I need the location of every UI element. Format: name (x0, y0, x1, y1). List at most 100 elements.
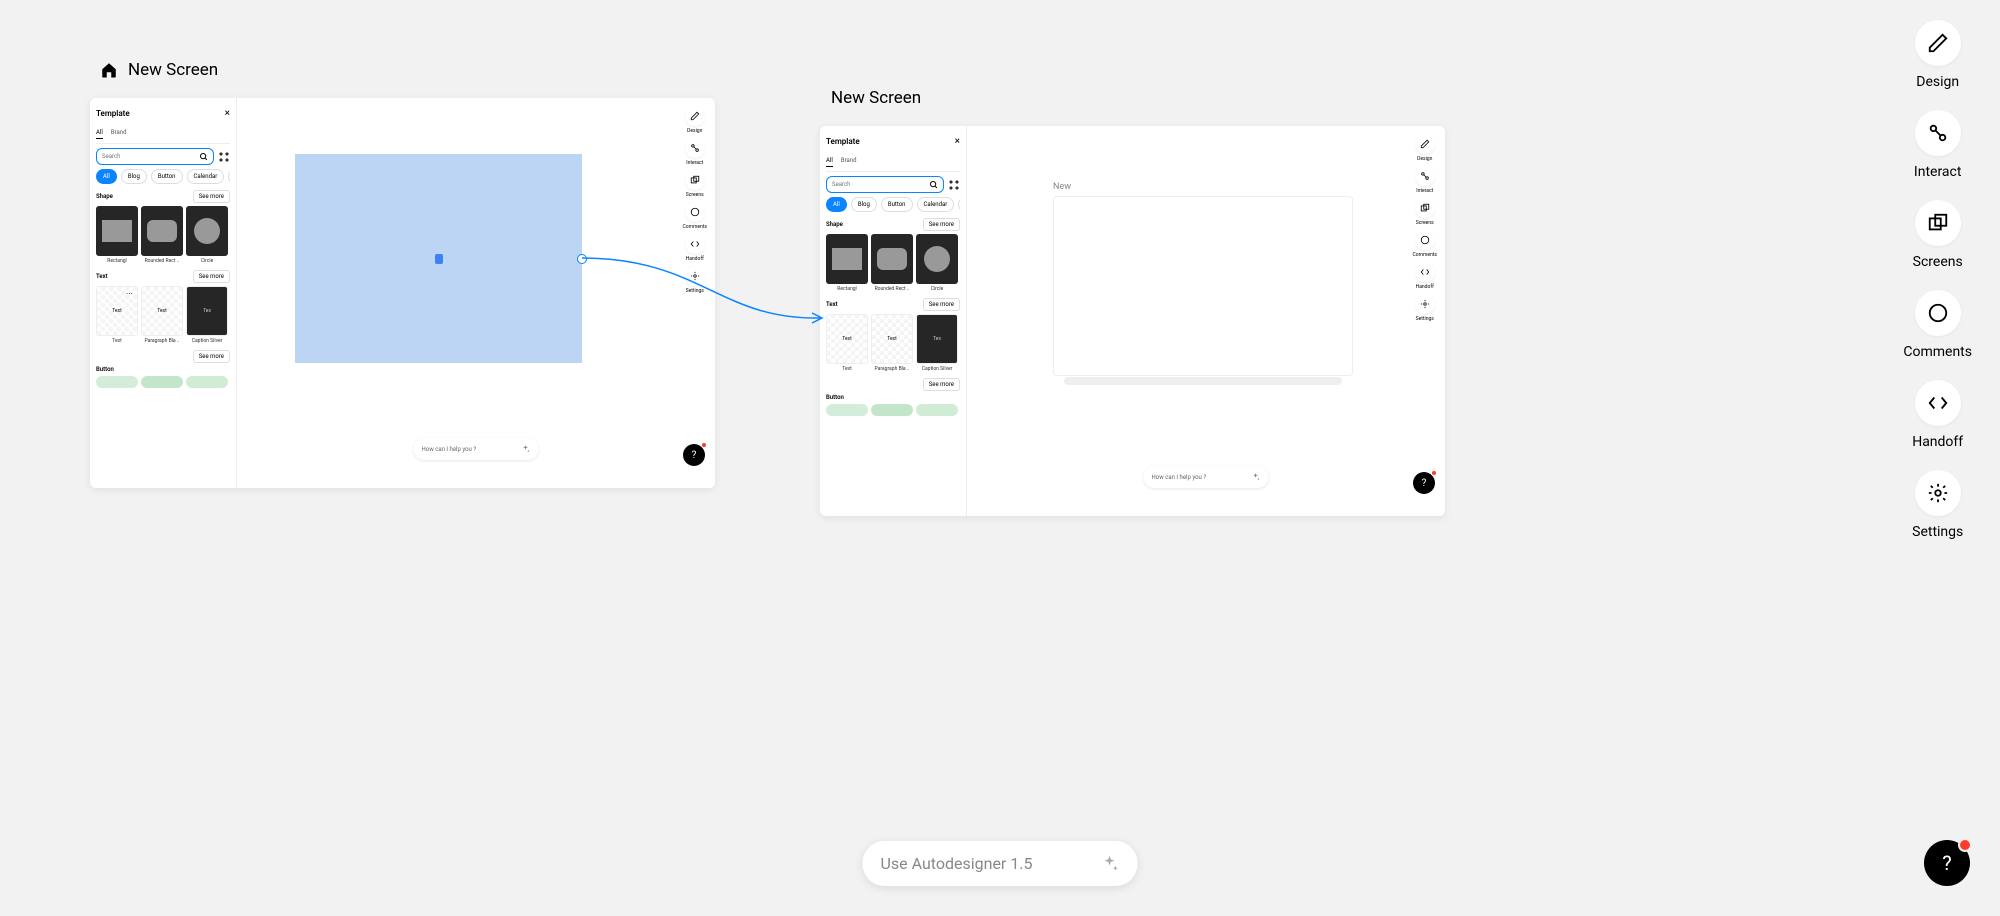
mini-design[interactable]: Design (1415, 134, 1435, 162)
button-see-more-top[interactable]: See more (923, 378, 960, 391)
mini-handoff[interactable]: Handoff (685, 234, 705, 262)
ai-prompt-bar-2[interactable]: How can I help you ? (1144, 466, 1269, 488)
text-card-2[interactable]: Text (871, 314, 913, 364)
tool-settings[interactable]: Settings (1912, 470, 1963, 540)
text-card-1[interactable]: Text⋯ (96, 286, 138, 336)
text-see-more[interactable]: See more (193, 270, 230, 283)
chip-all[interactable]: All (826, 197, 847, 212)
chip-blog[interactable]: Blog (121, 169, 147, 184)
section-shape-label: Shape (826, 221, 843, 228)
close-icon[interactable]: × (225, 108, 230, 119)
section-text-label: Text (826, 301, 838, 308)
tool-screens[interactable]: Screens (1913, 200, 1963, 270)
text-grid: Text⋯ Text Tex (96, 286, 230, 336)
mini-screens[interactable]: Screens (1415, 198, 1435, 226)
chip-blog[interactable]: Blog (851, 197, 877, 212)
shape-circle[interactable] (186, 206, 228, 256)
shape-see-more[interactable]: See more (923, 218, 960, 231)
shape-rounded-rect[interactable] (871, 234, 913, 284)
tab-brand[interactable]: Brand (111, 127, 127, 139)
tool-comments[interactable]: Comments (1903, 290, 1972, 360)
dots-icon[interactable]: ⋯ (126, 290, 133, 298)
global-help-button[interactable]: ? (1924, 840, 1970, 886)
mini-design[interactable]: Design (685, 106, 705, 134)
chip-all[interactable]: All (96, 169, 117, 184)
mini-interact[interactable]: Interact (685, 138, 705, 166)
search-box[interactable] (826, 176, 944, 193)
tool-screens-label: Screens (1913, 254, 1963, 270)
canvas-2[interactable]: New How can I help you ? ? Design Intera… (967, 126, 1445, 516)
shape-circle[interactable] (916, 234, 958, 284)
shape-rectangle[interactable] (96, 206, 138, 256)
tool-interact[interactable]: Interact (1914, 110, 1962, 180)
filter-icon[interactable] (948, 179, 960, 191)
canvas-1[interactable]: How can I help you ? ? Design Interact S… (237, 98, 715, 488)
mini-settings[interactable]: Settings (1415, 294, 1435, 322)
template-title: Template (96, 109, 130, 118)
search-input[interactable] (832, 181, 906, 188)
chip-button[interactable]: Button (151, 169, 183, 184)
search-box[interactable] (96, 148, 214, 165)
mini-comments[interactable]: Comments (1412, 230, 1437, 258)
button-template-3[interactable] (916, 404, 958, 416)
ai-prompt-bar-1[interactable]: How can I help you ? (414, 438, 539, 460)
text-card-2[interactable]: Text (141, 286, 183, 336)
shape-see-more[interactable]: See more (193, 190, 230, 203)
chip-more[interactable]: C (228, 169, 230, 184)
section-button-label: Button (96, 366, 114, 373)
mini-settings[interactable]: Settings (685, 266, 705, 294)
shape-rectangle[interactable] (826, 234, 868, 284)
mini-screens[interactable]: Screens (685, 170, 705, 198)
chip-button[interactable]: Button (881, 197, 913, 212)
screen-2-title[interactable]: New Screen (831, 88, 921, 108)
button-template-3[interactable] (186, 376, 228, 388)
tab-all[interactable]: All (96, 127, 103, 139)
connection-anchor[interactable] (577, 254, 587, 264)
search-input[interactable] (102, 153, 176, 160)
section-button-label: Button (826, 394, 844, 401)
browser-mockup[interactable] (1053, 196, 1353, 376)
help-badge-2[interactable]: ? (1413, 472, 1435, 494)
text-name-1: Text (96, 338, 138, 344)
text-card-3[interactable]: Tex (916, 314, 958, 364)
button-template-1[interactable] (826, 404, 868, 416)
autodesigner-bar[interactable]: Use Autodesigner 1.5 (863, 841, 1138, 886)
pencil-icon (1915, 20, 1961, 66)
text-card-3[interactable]: Tex (186, 286, 228, 336)
button-see-more-top[interactable]: See more (193, 350, 230, 363)
mini-handoff[interactable]: Handoff (1415, 262, 1435, 290)
mini-interact[interactable]: Interact (1415, 166, 1435, 194)
notification-dot (1958, 838, 1972, 852)
mini-comments[interactable]: Comments (682, 202, 707, 230)
tab-all[interactable]: All (826, 155, 833, 167)
handoff-icon (1915, 380, 1961, 426)
button-grid (826, 404, 960, 416)
search-icon (929, 180, 938, 189)
shape-rounded-rect[interactable] (141, 206, 183, 256)
template-panel-1: Template × All Brand All Blog Button Cal… (90, 98, 237, 488)
text-see-more[interactable]: See more (923, 298, 960, 311)
chip-calendar[interactable]: Calendar (917, 197, 955, 212)
screen-frame-1[interactable]: Template × All Brand All Blog Button Cal… (90, 98, 715, 488)
chip-more[interactable]: C (958, 197, 960, 212)
text-card-1[interactable]: Text (826, 314, 868, 364)
button-template-1[interactable] (96, 376, 138, 388)
selected-element[interactable] (295, 154, 582, 363)
tab-brand[interactable]: Brand (841, 155, 857, 167)
screen-frame-2[interactable]: Template × All Brand All Blog Button Cal… (820, 126, 1445, 516)
home-icon (100, 61, 118, 79)
button-template-2[interactable] (871, 404, 913, 416)
chip-calendar[interactable]: Calendar (187, 169, 225, 184)
notification-dot (1431, 470, 1437, 476)
tool-design[interactable]: Design (1915, 20, 1961, 90)
tool-handoff[interactable]: Handoff (1912, 380, 1963, 450)
screen-1-title[interactable]: New Screen (128, 60, 218, 80)
text-name-3: Caption Silver (186, 338, 228, 344)
text-grid: Text Text Tex (826, 314, 960, 364)
close-icon[interactable]: × (955, 136, 960, 147)
screens-icon (1915, 200, 1961, 246)
help-badge-1[interactable]: ? (683, 444, 705, 466)
button-template-2[interactable] (141, 376, 183, 388)
tool-settings-label: Settings (1912, 524, 1963, 540)
filter-icon[interactable] (218, 151, 230, 163)
